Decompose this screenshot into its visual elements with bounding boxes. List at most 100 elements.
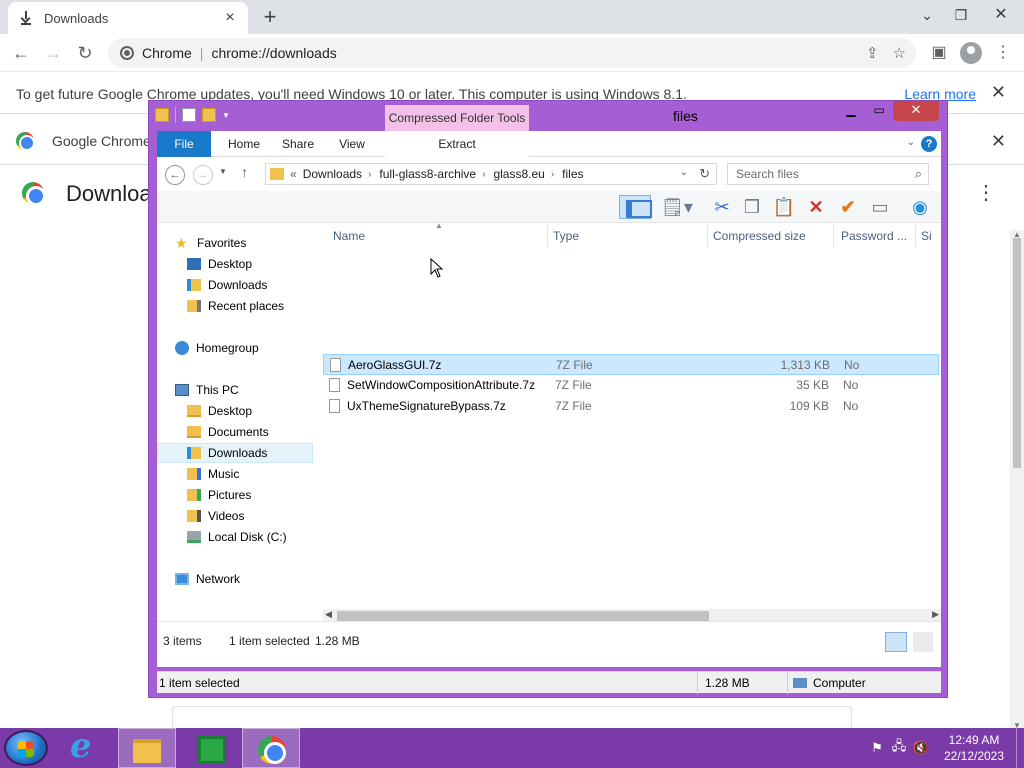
- page-scrollbar[interactable]: ▲ ▼: [1010, 230, 1024, 730]
- globe-icon[interactable]: ◉: [907, 195, 933, 219]
- expand-ribbon-icon[interactable]: ⌄: [907, 137, 915, 148]
- nav-this-pc[interactable]: This PC: [175, 380, 313, 400]
- back-icon[interactable]: ←: [165, 165, 185, 185]
- explorer-titlebar[interactable]: ▼ Compressed Folder Tools files ▁ ▭ ✕: [149, 101, 947, 131]
- search-icon: ⌕: [914, 166, 922, 181]
- tab-file[interactable]: File: [157, 131, 211, 157]
- ribbon-tabs: File Home Share View Extract ⌄ ?: [157, 131, 941, 157]
- column-header-size[interactable]: Si: [921, 229, 932, 243]
- nav-favorites[interactable]: ★ Favorites: [175, 233, 313, 253]
- breadcrumb-glass8-eu[interactable]: glass8.eu: [493, 167, 544, 181]
- up-icon[interactable]: ↑: [241, 164, 248, 180]
- explorer-window: ▼ Compressed Folder Tools files ▁ ▭ ✕ Fi…: [148, 100, 948, 698]
- infobar-close-icon[interactable]: ✕: [991, 82, 1006, 103]
- folder-icon: [187, 426, 201, 438]
- restore-button[interactable]: ❐: [944, 0, 978, 30]
- nav-local-disk[interactable]: Local Disk (C:): [187, 527, 313, 547]
- selection-size: 1.28 MB: [315, 634, 360, 648]
- column-header-compressed-size[interactable]: Compressed size: [713, 229, 806, 243]
- nav-pictures[interactable]: Pictures: [187, 485, 313, 505]
- nav-network[interactable]: Network: [175, 569, 313, 589]
- tab-close-icon[interactable]: ×: [222, 9, 238, 27]
- bookmark-star-icon[interactable]: ☆: [893, 44, 906, 62]
- flag-icon[interactable]: ⚑: [866, 740, 888, 756]
- breadcrumb-downloads[interactable]: Downloads: [303, 167, 362, 181]
- omnibox[interactable]: Chrome | chrome://downloads ⇪ ☆: [108, 38, 916, 68]
- clock[interactable]: 12:49 AM 22/12/2023: [932, 732, 1016, 764]
- maximize-icon[interactable]: ▭: [865, 101, 893, 121]
- recent-locations-icon[interactable]: ▼: [219, 167, 227, 176]
- scroll-left-icon[interactable]: ◀: [325, 609, 332, 620]
- chrome-taskbar-icon[interactable]: [242, 728, 300, 768]
- checkmark-icon[interactable]: ✔: [835, 195, 861, 219]
- table-row[interactable]: SetWindowCompositionAttribute.7z 7Z File…: [323, 375, 939, 396]
- large-icons-view-icon[interactable]: [913, 632, 933, 652]
- column-header-password[interactable]: Password ...: [841, 229, 907, 243]
- new-folder-icon[interactable]: [202, 108, 216, 122]
- chrome-menu-icon[interactable]: ⋮: [990, 40, 1016, 66]
- tab-search-icon[interactable]: ⌄: [910, 0, 944, 30]
- refresh-icon[interactable]: ↻: [699, 166, 710, 182]
- tab-downloads[interactable]: Downloads ×: [8, 2, 248, 34]
- tab-home[interactable]: Home: [221, 131, 267, 157]
- address-dropdown-icon[interactable]: ⌄: [680, 167, 688, 178]
- column-header-name[interactable]: Name: [333, 229, 365, 243]
- downloads-menu-icon[interactable]: ⋮: [976, 180, 996, 205]
- nav-homegroup[interactable]: Homegroup: [175, 338, 313, 358]
- internet-explorer-icon[interactable]: [56, 726, 114, 768]
- breadcrumb-full-glass8-archive[interactable]: full-glass8-archive: [379, 167, 476, 181]
- search-input[interactable]: Search files ⌕: [727, 163, 929, 185]
- selection-count: 1 item selected: [229, 634, 310, 648]
- file-explorer-icon[interactable]: [118, 728, 176, 768]
- scrollbar-thumb[interactable]: [337, 611, 709, 621]
- nav-music[interactable]: Music: [187, 464, 313, 484]
- copy-icon[interactable]: ❐: [739, 195, 765, 219]
- cut-icon[interactable]: ✂: [709, 195, 735, 219]
- tab-extract[interactable]: Extract: [385, 131, 529, 157]
- scrollbar-thumb[interactable]: [1013, 238, 1021, 468]
- store-icon[interactable]: [180, 728, 238, 768]
- close-icon[interactable]: ✕: [893, 101, 939, 121]
- help-icon[interactable]: ?: [921, 136, 937, 152]
- start-button[interactable]: [4, 730, 48, 766]
- column-header-type[interactable]: Type: [553, 229, 579, 243]
- paste-icon[interactable]: 📋: [771, 195, 797, 219]
- customize-qat-icon[interactable]: ▼: [222, 111, 230, 120]
- side-panel-icon[interactable]: ▣: [926, 40, 952, 66]
- details-view-icon[interactable]: [885, 632, 907, 652]
- minimize-icon[interactable]: ▁: [837, 101, 865, 121]
- network-status-icon[interactable]: 🖧: [888, 737, 910, 759]
- table-row[interactable]: UxThemeSignatureBypass.7z 7Z File 109 KB…: [323, 396, 939, 417]
- breadcrumb-files[interactable]: files: [562, 167, 583, 181]
- sort-ascending-icon: ▲: [435, 221, 443, 230]
- volume-muted-icon[interactable]: 🔇: [910, 740, 932, 756]
- nav-videos[interactable]: Videos: [187, 506, 313, 526]
- reload-icon[interactable]: ↻: [72, 40, 98, 66]
- breadcrumb-overflow[interactable]: «: [290, 167, 297, 181]
- nav-documents[interactable]: Documents: [187, 422, 313, 442]
- nav-favorites-desktop[interactable]: Desktop: [187, 254, 313, 274]
- back-icon[interactable]: ←: [8, 40, 34, 66]
- rename-icon[interactable]: ▭: [867, 195, 893, 219]
- tab-share[interactable]: Share: [275, 131, 321, 157]
- forward-icon[interactable]: →: [193, 165, 213, 185]
- tab-view[interactable]: View: [329, 131, 375, 157]
- preview-pane-icon[interactable]: [619, 195, 652, 219]
- new-tab-button[interactable]: +: [258, 5, 282, 29]
- forward-icon[interactable]: →: [40, 40, 66, 66]
- address-bar[interactable]: « Downloads › full-glass8-archive › glas…: [265, 163, 717, 185]
- nav-pc-desktop[interactable]: Desktop: [187, 401, 313, 421]
- delete-icon[interactable]: ✕: [803, 195, 829, 219]
- show-desktop-button[interactable]: [1016, 728, 1024, 768]
- nav-recent-places[interactable]: Recent places: [187, 296, 313, 316]
- profile-avatar-icon[interactable]: [960, 42, 982, 64]
- properties-icon[interactable]: [182, 108, 196, 122]
- scroll-right-icon[interactable]: ▶: [932, 609, 939, 620]
- nav-pc-downloads[interactable]: Downloads: [157, 443, 313, 463]
- table-row[interactable]: AeroGlassGUI.7z 7Z File 1,313 KB No: [323, 354, 939, 375]
- properties-icon[interactable]: 🗒▾: [657, 195, 697, 219]
- nav-favorites-downloads[interactable]: Downloads: [187, 275, 313, 295]
- share-icon[interactable]: ⇪: [866, 44, 879, 62]
- close-button[interactable]: ✕: [978, 0, 1024, 30]
- banner-close-icon[interactable]: ✕: [991, 131, 1006, 152]
